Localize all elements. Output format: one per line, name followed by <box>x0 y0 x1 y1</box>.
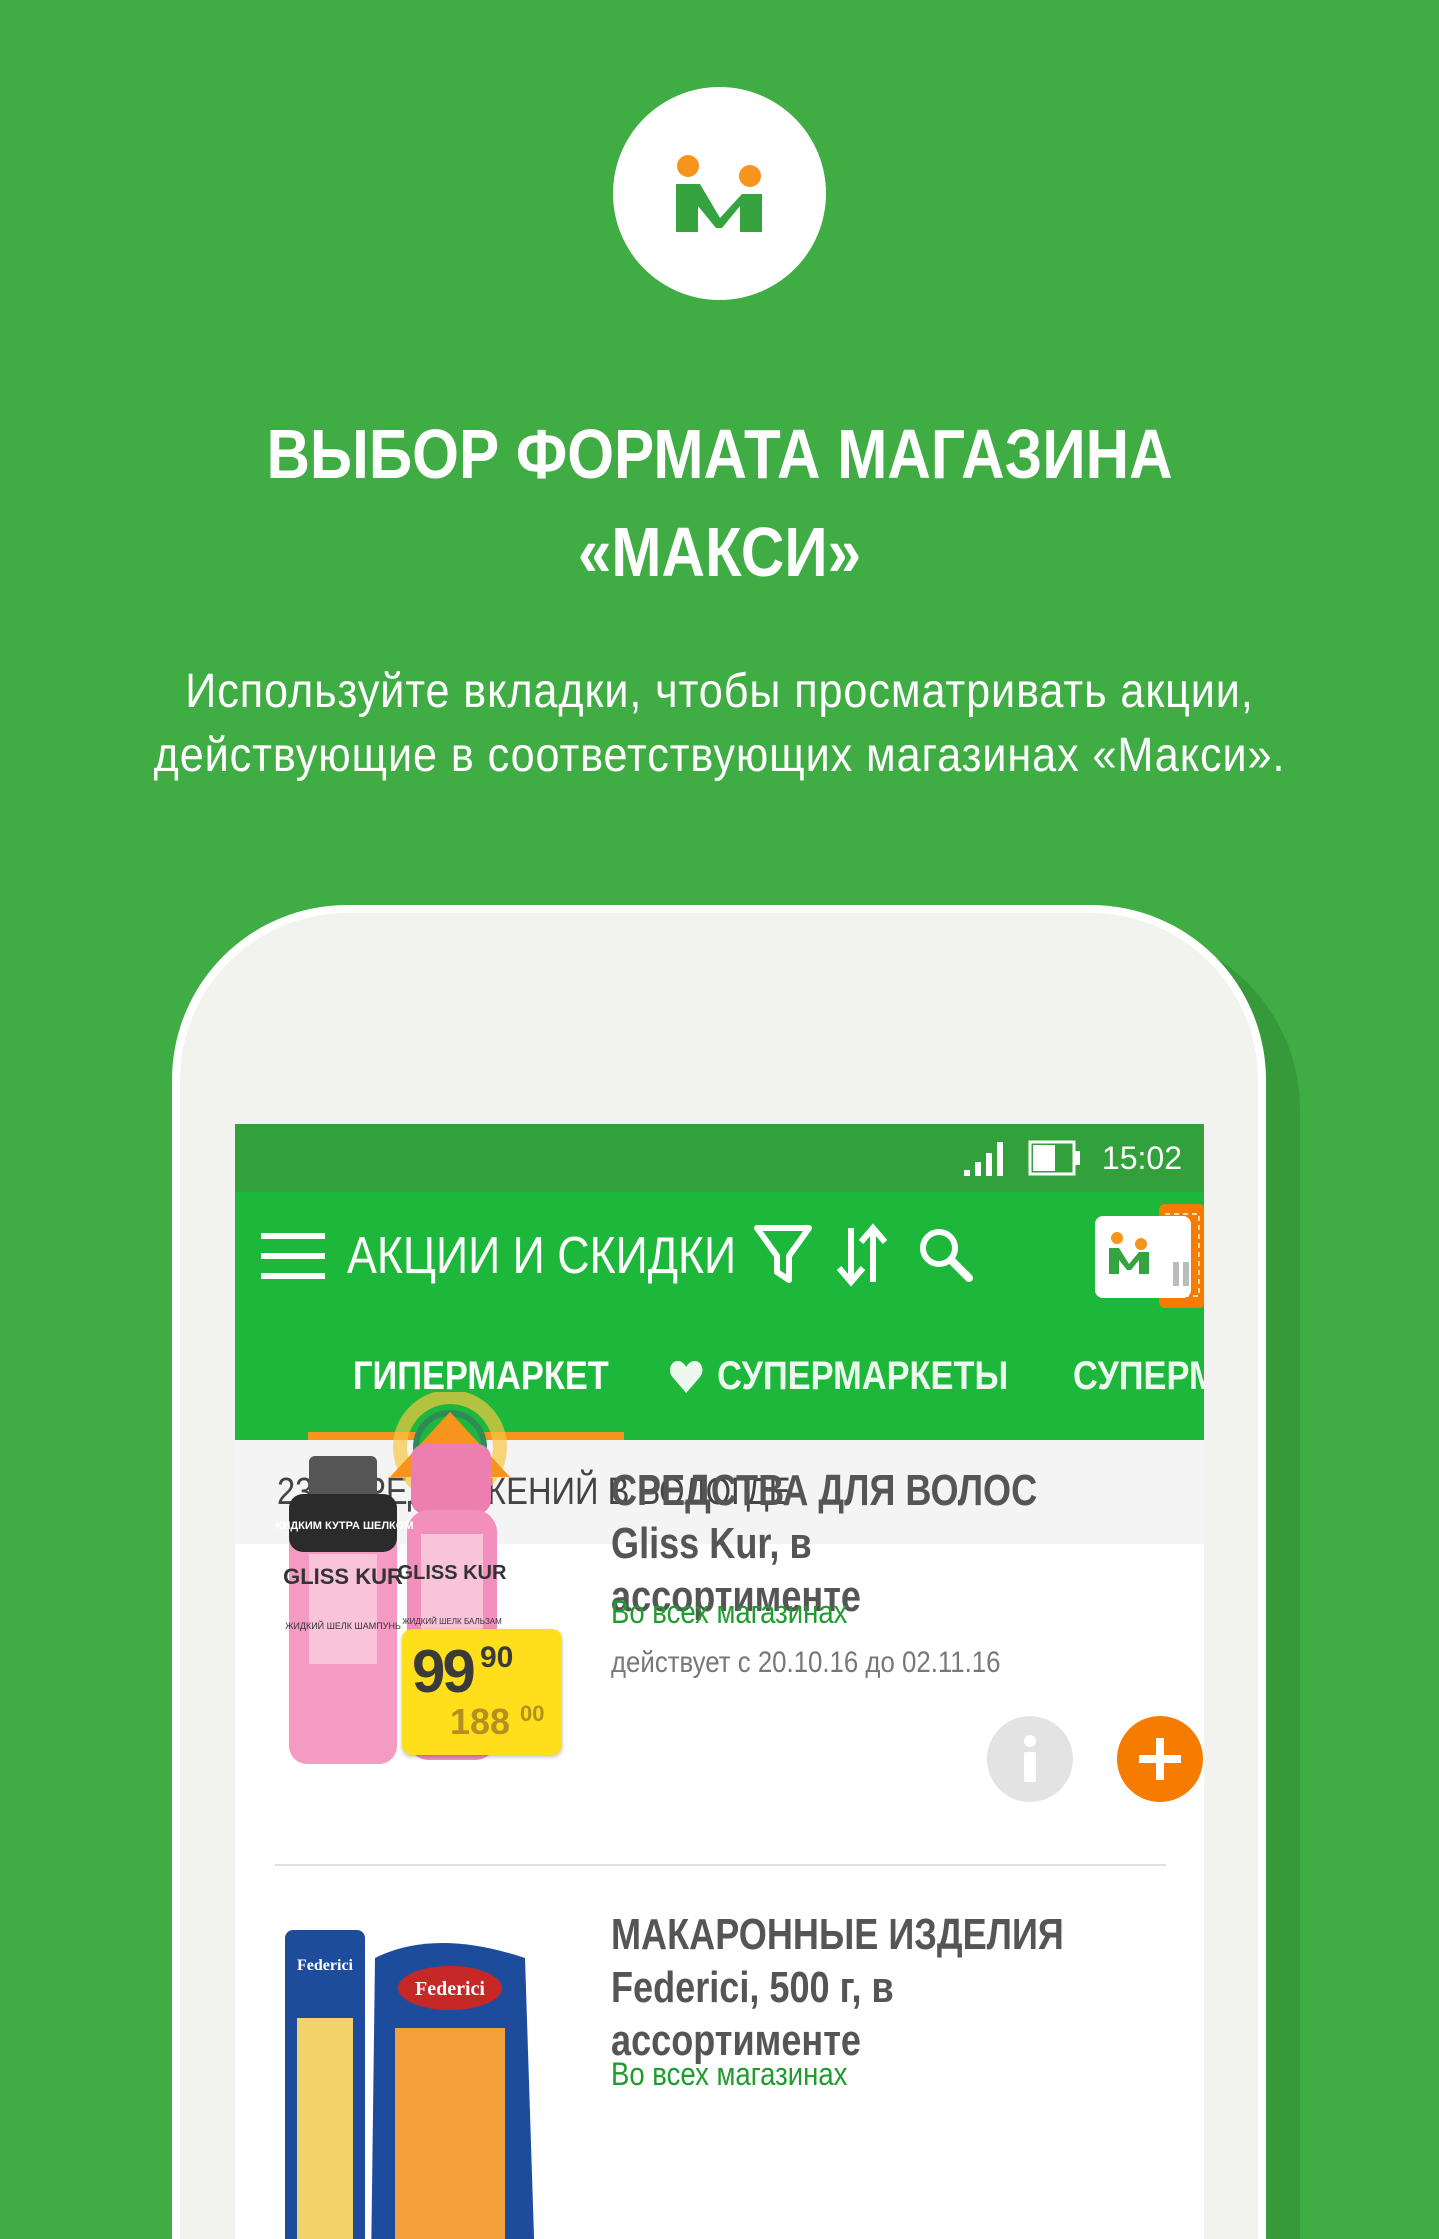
maxi-logo <box>613 87 826 300</box>
product-image-text: GLISS KUR <box>283 1564 403 1589</box>
product-availability: Во всех магазинах <box>611 1594 848 1630</box>
subline-line-2: действующие в соответствующих магазинах … <box>153 729 1286 782</box>
product-title: МАКАРОННЫЕ ИЗДЕЛИЯ Federici, 500 г, в ас… <box>611 1910 1064 2065</box>
headline: ВЫБОР ФОРМАТА МАГАЗИНА «МАКСИ» <box>101 405 1339 601</box>
status-bar: 15:02 <box>235 1124 1204 1192</box>
toolbar: АКЦИИ И СКИДКИ <box>235 1192 1204 1320</box>
product-card[interactable]: ЖИДКИМ КУТРА ШЕЛКОМ GLISS KUR ЖИДКИЙ ШЕЛ… <box>275 1434 1203 1866</box>
price-tag: 99 90 188 00 <box>402 1629 562 1755</box>
signal-icon <box>963 1142 1003 1176</box>
store-tabs: ГИПЕРМАРКЕТ СУПЕРМАРКЕТЫ СУПЕРМ <box>235 1320 1204 1440</box>
product-image-text: Federici <box>415 1978 485 2000</box>
search-icon[interactable] <box>915 1222 975 1288</box>
heart-icon <box>669 1360 703 1393</box>
filter-icon[interactable] <box>753 1222 813 1288</box>
tab-supermarkets-2[interactable]: СУПЕРМ <box>1073 1354 1204 1399</box>
info-button[interactable] <box>987 1716 1073 1802</box>
toolbar-title: АКЦИИ И СКИДКИ <box>347 1227 737 1285</box>
subline-line-1: Используйте вкладки, чтобы просматривать… <box>185 665 1254 718</box>
phone-screen: 15:02 АКЦИИ И СКИДКИ ГИПЕРМАРКЕТ СУПЕРМА… <box>235 1124 1204 2239</box>
price-old-cents: 00 <box>520 1701 545 1726</box>
price-new: 99 <box>412 1638 476 1705</box>
store-format-button[interactable] <box>1095 1204 1204 1308</box>
product-availability: Во всех магазинах <box>611 2056 848 2092</box>
maxi-logo-icon <box>675 154 762 232</box>
headline-line-1: ВЫБОР ФОРМАТА МАГАЗИНА <box>266 415 1173 493</box>
product-image-text: ЖИДКИЙ ШЕЛК ШАМПУНЬ <box>285 1620 401 1631</box>
info-icon <box>1024 1735 1036 1782</box>
plus-icon <box>1139 1738 1181 1780</box>
product-image-text: GLISS KUR <box>398 1562 507 1584</box>
subline: Используйте вкладки, чтобы просматривать… <box>72 660 1367 788</box>
status-time: 15:02 <box>1101 1139 1182 1176</box>
headline-line-2: «МАКСИ» <box>577 513 862 591</box>
product-image-text: Federici <box>297 1957 354 1974</box>
tab-supermarkets[interactable]: СУПЕРМАРКЕТЫ <box>669 1354 1008 1399</box>
product-image-text: ЖИДКИЙ ШЕЛК БАЛЬЗАМ <box>402 1617 502 1626</box>
battery-icon <box>1028 1140 1080 1176</box>
price-old: 188 <box>450 1701 511 1742</box>
sort-icon[interactable] <box>837 1222 887 1288</box>
product-dates: действует с 20.10.16 до 02.11.16 <box>611 1646 1001 1679</box>
product-image: Federici Federici <box>285 1930 535 2239</box>
price-new-cents: 90 <box>480 1641 514 1674</box>
tab-supermarkets-label: СУПЕРМАРКЕТЫ <box>717 1354 1009 1398</box>
product-image-text: ЖИДКИМ КУТРА ШЕЛКОМ <box>275 1520 414 1532</box>
menu-icon[interactable] <box>261 1231 325 1281</box>
add-to-list-button[interactable] <box>1117 1716 1203 1802</box>
product-card[interactable]: Federici Federici МАКАРОННЫЕ ИЗДЕЛИЯ Fed… <box>275 1868 1166 2239</box>
store-logo-icon <box>1095 1204 1204 1308</box>
